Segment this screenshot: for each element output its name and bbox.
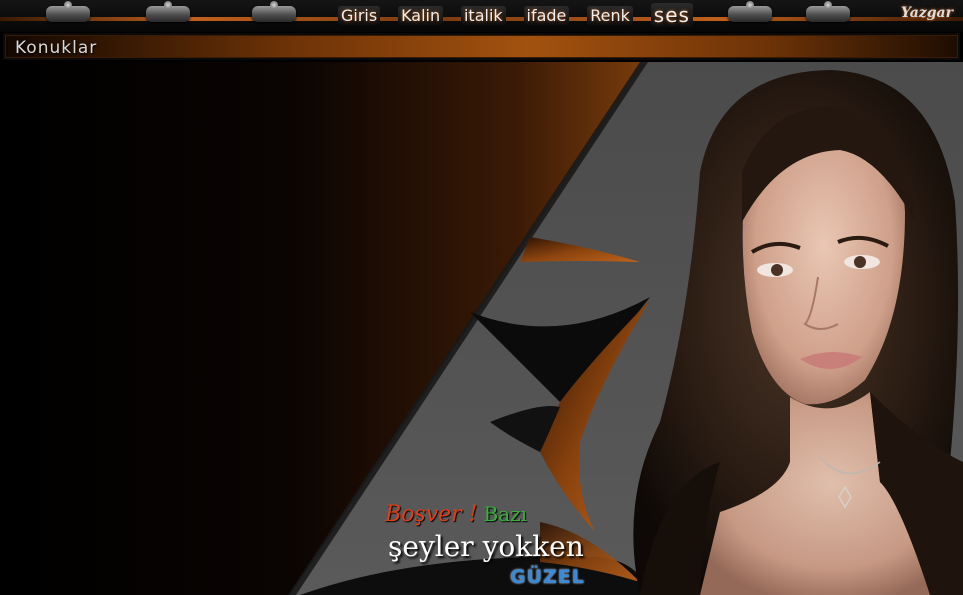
menu-ifade[interactable]: ifade	[523, 5, 570, 25]
poster-caption-line1: Boşver ! Bazı	[385, 502, 527, 527]
caption-bosver: Boşver !	[385, 502, 478, 527]
menu-italik[interactable]: italik	[460, 5, 506, 25]
guests-bar: Konuklar	[3, 33, 960, 60]
poster-stage: Boşver ! Bazı şeyler yokken GÜZEL	[0, 62, 963, 595]
rail-clip-icon	[252, 1, 296, 22]
format-menu: Giris Kalin italik ifade Renk ses	[338, 2, 693, 28]
poster-caption-line3: GÜZEL	[510, 566, 585, 588]
rail-clip-icon	[146, 1, 190, 22]
site-logo: Yazgar	[900, 5, 953, 21]
menu-kalin[interactable]: Kalin	[398, 5, 444, 25]
caption-bazi: Bazı	[483, 502, 528, 526]
top-toolbar: Giris Kalin italik ifade Renk ses Yazgar	[0, 0, 963, 32]
menu-renk[interactable]: Renk	[587, 5, 633, 25]
rail-clip-icon	[806, 1, 850, 22]
rail-clip-icon	[728, 1, 772, 22]
guests-title: Konuklar	[15, 38, 98, 58]
rail-clip-icon	[46, 1, 90, 22]
poster-caption-line2: şeyler yokken	[388, 530, 584, 563]
menu-ses[interactable]: ses	[650, 3, 693, 27]
menu-giris[interactable]: Giris	[338, 5, 381, 25]
